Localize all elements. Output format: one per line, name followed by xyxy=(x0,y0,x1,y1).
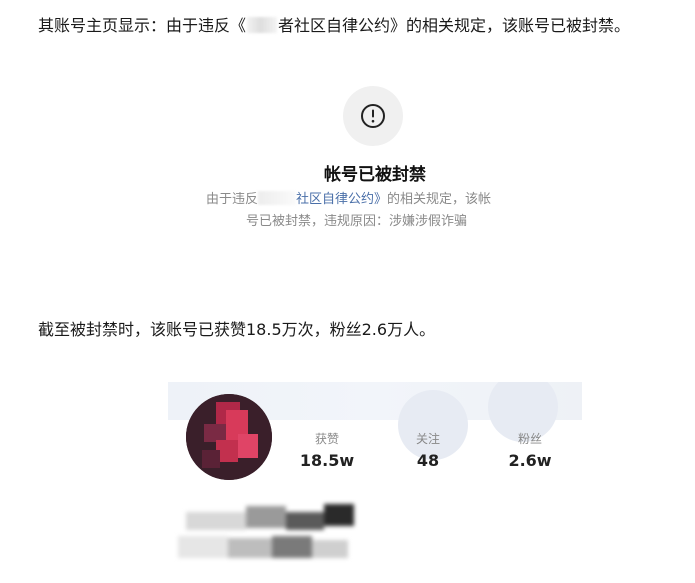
ban-desc-prefix: 由于违反 xyxy=(206,192,259,207)
redacted-platform-name xyxy=(247,17,278,33)
article-text-prefix: 其账号主页显示：由于违反《 xyxy=(38,16,247,35)
stat-following-label: 关注 xyxy=(415,432,440,446)
article-text-suffix: 者社区自律公约》的相关规定，该账号已被封禁。 xyxy=(278,16,631,35)
stat-likes-label: 获赞 xyxy=(314,432,339,446)
stat-likes[interactable]: 获赞 18.5w xyxy=(287,430,367,472)
profile-card: 获赞 18.5w 关注 48 粉丝 2.6w xyxy=(168,382,582,583)
article-paragraph-ban-notice: 其账号主页显示：由于违反《 者社区自律公约》的相关规定，该账号已被封禁。 xyxy=(38,15,630,37)
stat-following-value: 48 xyxy=(416,451,440,470)
ban-notice-desc-line2: 号已被封禁，违规原因：涉嫌涉假诈骗 xyxy=(246,214,468,229)
ban-notice-title: 帐号已被封禁 xyxy=(324,165,426,185)
redacted-platform-name xyxy=(258,191,297,205)
redacted-username xyxy=(178,502,378,574)
community-convention-link[interactable]: 社区自律公约》 xyxy=(296,192,387,207)
stat-followers-label: 粉丝 xyxy=(517,432,542,446)
ban-desc-suffix: 的相关规定，该帐 xyxy=(387,192,492,207)
article-paragraph-stats: 截至被封禁时，该账号已获赞18.5万次，粉丝2.6万人。 xyxy=(38,320,436,339)
stat-following[interactable]: 关注 48 xyxy=(388,430,468,472)
exclamation-circle-icon xyxy=(343,86,403,146)
stat-followers[interactable]: 粉丝 2.6w xyxy=(490,430,570,472)
avatar[interactable] xyxy=(186,394,272,480)
ban-notice-desc-line1: 由于违反 社区自律公约》的相关规定，该帐 xyxy=(206,190,491,210)
ban-notice-card: 帐号已被封禁 由于违反 社区自律公约》的相关规定，该帐 号已被封禁，违规原因：涉嫌… xyxy=(120,80,630,250)
stat-likes-value: 18.5w xyxy=(299,451,355,470)
stat-followers-value: 2.6w xyxy=(508,451,552,470)
